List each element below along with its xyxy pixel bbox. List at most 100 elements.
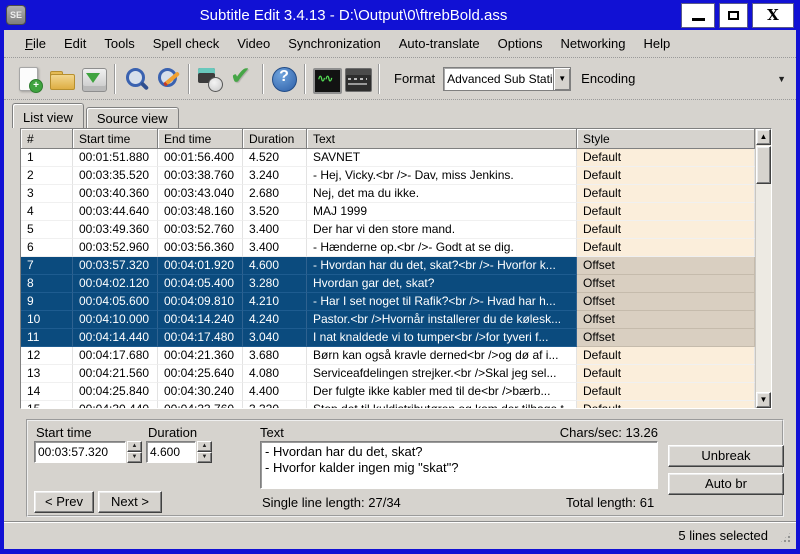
table-row[interactable]: 8 00:04:02.120 00:04:05.400 3.280 Hvordan ga… xyxy=(21,275,755,293)
tab-source-view[interactable]: Source view xyxy=(85,107,179,128)
cell-text: Der har vi den store mand. xyxy=(307,221,577,239)
menu-item-file[interactable]: File xyxy=(16,31,55,57)
app-icon[interactable]: SE xyxy=(6,5,26,25)
menu-item-spell-check[interactable]: Spell check xyxy=(144,31,228,57)
tab-list-view[interactable]: List view xyxy=(12,103,84,128)
cell-end: 00:04:25.640 xyxy=(158,365,243,383)
client-area: File Edit Tools Spell check Video Synchroniza… xyxy=(4,30,796,549)
scrollbar-thumb[interactable] xyxy=(756,146,771,184)
format-dropdown[interactable]: Advanced Sub Station ▼ xyxy=(443,66,572,91)
video-toggle-icon[interactable] xyxy=(344,65,372,93)
cell-end: 00:03:52.760 xyxy=(158,221,243,239)
menu-item-edit[interactable]: Edit xyxy=(55,31,95,57)
window-title: Subtitle Edit 3.4.13 - D:\Output\0\ftreb… xyxy=(199,6,508,24)
next-button[interactable]: Next > xyxy=(98,491,162,513)
cell-end: 00:04:14.240 xyxy=(158,311,243,329)
start-time-up-icon[interactable]: ▲ xyxy=(127,441,142,452)
help-icon[interactable] xyxy=(270,65,298,93)
start-time-input[interactable] xyxy=(35,442,125,462)
column-header-num[interactable]: # xyxy=(21,129,73,149)
find-icon[interactable] xyxy=(122,65,150,93)
table-row[interactable]: 5 00:03:49.360 00:03:52.760 3.400 Der har vi… xyxy=(21,221,755,239)
auto-br-button[interactable]: Auto br xyxy=(668,473,784,495)
cell-end: 00:04:17.480 xyxy=(158,329,243,347)
cell-dur: 3.040 xyxy=(243,329,307,347)
selection-status: 5 lines selected xyxy=(678,528,768,543)
column-header-dur[interactable]: Duration xyxy=(243,129,307,149)
encoding-dropdown-arrow-icon[interactable]: ▼ xyxy=(777,74,786,84)
chars-per-sec: Chars/sec: 13.26 xyxy=(559,425,658,440)
scroll-down-icon[interactable]: ▼ xyxy=(756,392,771,408)
save-icon[interactable] xyxy=(80,65,108,93)
menu-item-options[interactable]: Options xyxy=(489,31,552,57)
cell-dur: 4.080 xyxy=(243,365,307,383)
maximize-button[interactable] xyxy=(719,2,748,28)
cell-start: 00:04:30.440 xyxy=(73,401,158,408)
table-row[interactable]: 1500:04:30.44000:04:33.7603.320Stop det … xyxy=(21,401,755,408)
menu-item-networking[interactable]: Networking xyxy=(551,31,634,57)
open-file-icon[interactable] xyxy=(48,65,76,93)
cell-num: 12 xyxy=(21,347,73,365)
cell-text: I nat knaldede vi to tumper<br />for tyv… xyxy=(307,329,577,347)
duration-stepper[interactable]: ▲ ▼ xyxy=(146,441,212,463)
cell-num: 2 xyxy=(21,167,73,185)
duration-down-icon[interactable]: ▼ xyxy=(197,452,212,463)
table-row[interactable]: 10 00:04:10.000 00:04:14.240 4.240 Pastor.<b… xyxy=(21,311,755,329)
start-time-down-icon[interactable]: ▼ xyxy=(127,452,142,463)
cell-text: Børn kan også kravle derned<br />og dø a… xyxy=(307,347,577,365)
menu-item-help[interactable]: Help xyxy=(635,31,680,57)
cell-end: 00:03:43.040 xyxy=(158,185,243,203)
cell-dur: 4.240 xyxy=(243,311,307,329)
menu-item-auto-translate[interactable]: Auto-translate xyxy=(390,31,489,57)
cell-num: 10 xyxy=(21,311,73,329)
vertical-scrollbar[interactable]: ▲ ▼ xyxy=(755,129,771,408)
table-row[interactable]: 2 00:03:35.520 00:03:38.760 3.240- Hej, Vic… xyxy=(21,167,755,185)
table-row[interactable]: 14 00:04:25.840 00:04:30.240 4.400 Der fulgt… xyxy=(21,383,755,401)
column-header-text[interactable]: Text xyxy=(307,129,577,149)
format-dropdown-arrow-icon[interactable]: ▼ xyxy=(553,67,571,90)
table-row[interactable]: 1 00:01:51.880 00:01:56.400 4.520 SAVNET Defa… xyxy=(21,149,755,167)
duration-up-icon[interactable]: ▲ xyxy=(197,441,212,452)
close-button[interactable]: X xyxy=(752,2,794,28)
cell-num: 4 xyxy=(21,203,73,221)
toolbar-separator xyxy=(304,63,306,94)
table-row[interactable]: 4 00:03:44.640 00:03:48.160 3.520 MAJ 1999 De… xyxy=(21,203,755,221)
text-label: Text xyxy=(260,425,284,440)
table-row[interactable]: 3 00:03:40.360 00:03:43.040 2.680 Nej, det m… xyxy=(21,185,755,203)
cell-text: - Hænderne op.<br />- Godt at se dig. xyxy=(307,239,577,257)
cell-end: 00:04:01.920 xyxy=(158,257,243,275)
resize-grip-icon[interactable] xyxy=(779,531,792,544)
cell-num: 14 xyxy=(21,383,73,401)
minimize-button[interactable] xyxy=(681,2,715,28)
start-time-stepper[interactable]: ▲ ▼ xyxy=(34,441,142,463)
prev-button[interactable]: < Prev xyxy=(34,491,94,513)
menu-item-synchronization[interactable]: Synchronization xyxy=(279,31,390,57)
waveform-toggle-icon[interactable] xyxy=(312,65,342,94)
visual-sync-icon[interactable] xyxy=(196,65,224,93)
column-header-style[interactable]: Style xyxy=(577,129,755,149)
column-header-start[interactable]: Start time xyxy=(73,129,158,149)
duration-input[interactable] xyxy=(147,442,195,462)
close-icon: X xyxy=(767,6,779,24)
cell-text: - Hej, Vicky.<br />- Dav, miss Jenkins. xyxy=(307,167,577,185)
edit-panel: Start time ▲ ▼ Duration ▲ ▼ Text Chars/s… xyxy=(26,419,784,517)
subtitle-text-input[interactable]: - Hvordan har du det, skat? - Hvorfor ka… xyxy=(260,441,658,489)
table-row[interactable]: 6 00:03:52.960 00:03:56.360 3.400- Hænderne… xyxy=(21,239,755,257)
subtitle-table: # Start time End time Duration Text Style 1 00… xyxy=(20,128,772,409)
table-row[interactable]: 11 00:04:14.440 00:04:17.480 3.040 I nat kna… xyxy=(21,329,755,347)
spell-check-icon[interactable] xyxy=(228,62,256,93)
menu-item-tools[interactable]: Tools xyxy=(95,31,143,57)
table-row[interactable]: 12 00:04:17.680 00:04:21.360 3.680 Børn kan … xyxy=(21,347,755,365)
table-row[interactable]: 9 00:04:05.600 00:04:09.810 4.210- Har I se… xyxy=(21,293,755,311)
unbreak-button[interactable]: Unbreak xyxy=(668,445,784,467)
menu-item-video[interactable]: Video xyxy=(228,31,279,57)
cell-end: 00:04:33.760 xyxy=(158,401,243,408)
scroll-up-icon[interactable]: ▲ xyxy=(756,129,771,145)
column-header-end[interactable]: End time xyxy=(158,129,243,149)
new-file-icon[interactable] xyxy=(16,65,44,93)
start-time-label: Start time xyxy=(36,425,92,440)
cell-start: 00:04:25.840 xyxy=(73,383,158,401)
table-row[interactable]: 13 00:04:21.560 00:04:25.640 4.080 Serviceaf… xyxy=(21,365,755,383)
table-row[interactable]: 7 00:03:57.320 00:04:01.920 4.600- Hvordan … xyxy=(21,257,755,275)
replace-icon[interactable] xyxy=(154,65,182,93)
